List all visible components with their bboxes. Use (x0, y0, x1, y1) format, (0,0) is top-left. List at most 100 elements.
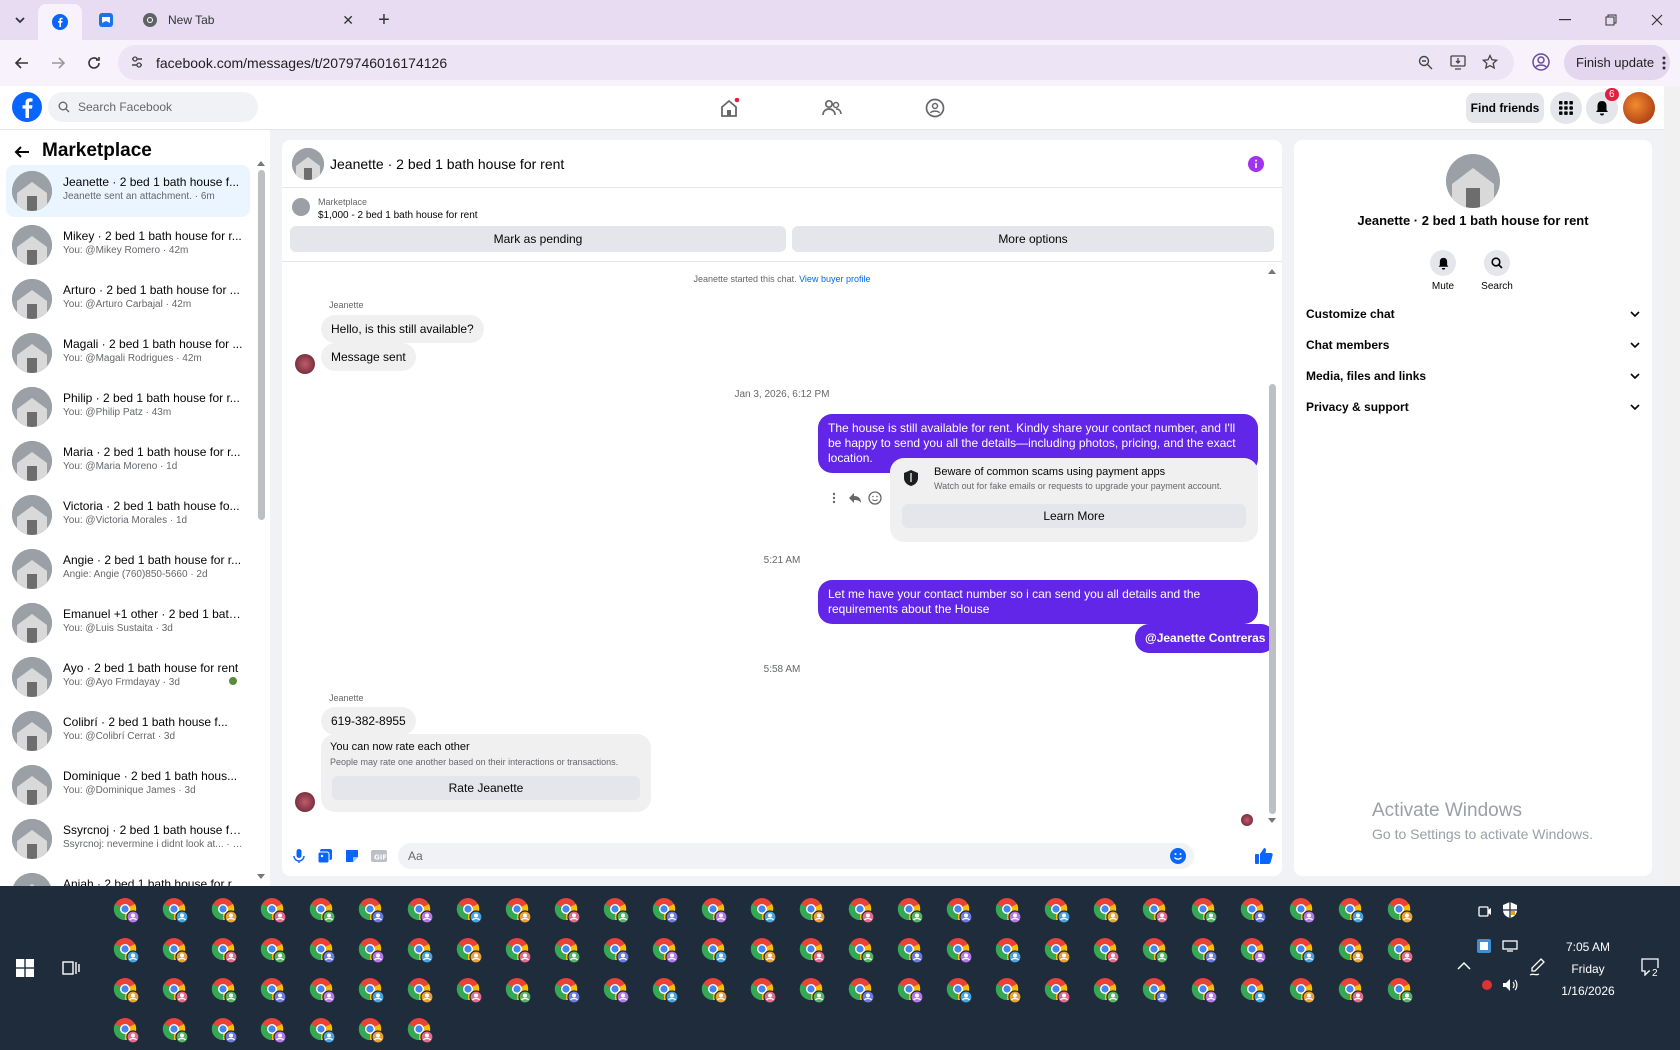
microphone-icon[interactable] (293, 849, 305, 863)
outgoing-message[interactable]: Let me have your contact number so i can… (818, 580, 1258, 624)
conversation-item[interactable]: Dominique · 2 bed 1 bath hous... You: @Do… (6, 759, 250, 811)
chrome-profile-icon[interactable] (406, 976, 434, 1004)
chrome-profile-icon[interactable] (1141, 936, 1169, 964)
conversation-item[interactable]: Ayo · 2 bed 1 bath house for rent You: @A… (6, 651, 250, 703)
chrome-profile-icon[interactable] (994, 976, 1022, 1004)
more-options-button[interactable]: More options (792, 226, 1274, 252)
chrome-profile-icon[interactable] (798, 936, 826, 964)
conversation-item[interactable]: Arturo · 2 bed 1 bath house for ... You: … (6, 273, 250, 325)
address-bar[interactable]: facebook.com/messages/t/2079746016174126 (118, 45, 1514, 80)
volume-icon[interactable] (1502, 978, 1518, 992)
network-icon[interactable] (1502, 940, 1518, 952)
scroll-down-icon[interactable] (1268, 818, 1276, 824)
incoming-message[interactable]: 619-382-8955 (321, 707, 416, 735)
chrome-profile-icon[interactable] (1239, 936, 1267, 964)
chrome-profile-icon[interactable] (308, 976, 336, 1004)
profile-icon[interactable] (1532, 53, 1550, 71)
chrome-profile-icon[interactable] (1386, 936, 1414, 964)
zoom-icon[interactable] (1418, 55, 1433, 70)
chrome-profile-icon[interactable] (504, 896, 532, 924)
task-view-icon[interactable] (62, 959, 80, 977)
outgoing-mention[interactable]: @Jeanette Contreras (1135, 624, 1276, 653)
learn-more-button[interactable]: Learn More (902, 504, 1246, 528)
chrome-profile-icon[interactable] (1043, 976, 1071, 1004)
info-icon[interactable] (1248, 156, 1264, 172)
chrome-profile-icon[interactable] (455, 936, 483, 964)
listing-title[interactable]: $1,000 - 2 bed 1 bath house for rent (318, 210, 478, 221)
chrome-profile-icon[interactable] (1239, 976, 1267, 1004)
details-section[interactable]: Customize chat (1306, 300, 1640, 328)
chrome-profile-icon[interactable] (112, 976, 140, 1004)
scroll-up-icon[interactable] (257, 160, 265, 166)
rate-jeanette-button[interactable]: Rate Jeanette (332, 776, 640, 800)
emoji-icon[interactable] (1170, 848, 1186, 864)
new-tab-button[interactable]: + (372, 4, 396, 36)
chrome-profile-icon[interactable] (1288, 976, 1316, 1004)
chrome-profile-icon[interactable] (749, 976, 777, 1004)
chrome-profile-icon[interactable] (945, 976, 973, 1004)
chrome-profile-icon[interactable] (651, 896, 679, 924)
chrome-profile-icon[interactable] (455, 896, 483, 924)
chrome-profile-icon[interactable] (1386, 896, 1414, 924)
site-settings-icon[interactable] (130, 55, 144, 69)
chrome-profile-icon[interactable] (602, 976, 630, 1004)
conversation-item[interactable]: Philip · 2 bed 1 bath house for r... You:… (6, 381, 250, 433)
chat-avatar[interactable] (292, 148, 324, 180)
conversation-item[interactable]: Mikey · 2 bed 1 bath house for r... You: … (6, 219, 250, 271)
security-shield-icon[interactable] (1502, 902, 1518, 918)
chrome-profile-icon[interactable] (553, 976, 581, 1004)
chrome-profile-icon[interactable] (259, 976, 287, 1004)
chrome-profile-icon[interactable] (259, 1016, 287, 1044)
conversation-item[interactable]: Maria · 2 bed 1 bath house for r... You: … (6, 435, 250, 487)
tab-new-tab[interactable]: New Tab ✕ (130, 4, 364, 36)
chrome-profile-icon[interactable] (553, 896, 581, 924)
chrome-profile-icon[interactable] (994, 936, 1022, 964)
chrome-profile-icon[interactable] (945, 936, 973, 964)
chrome-profile-icon[interactable] (896, 976, 924, 1004)
tab-pinned-app[interactable] (84, 4, 128, 36)
details-section[interactable]: Media, files and links (1306, 362, 1640, 390)
menu-button[interactable] (1550, 92, 1582, 124)
sender-avatar[interactable] (295, 354, 315, 374)
incoming-message[interactable]: Hello, is this still available? (321, 315, 484, 343)
finish-update-button[interactable]: Finish update (1564, 45, 1670, 80)
chrome-profile-icon[interactable] (1092, 976, 1120, 1004)
conversation-item[interactable]: Emanuel +1 other · 2 bed 1 bath... You: @… (6, 597, 250, 649)
chrome-profile-icon[interactable] (112, 1016, 140, 1044)
sender-avatar[interactable] (295, 792, 315, 812)
details-section[interactable]: Privacy & support (1306, 393, 1640, 421)
chrome-profile-icon[interactable] (1141, 896, 1169, 924)
chrome-profile-icon[interactable] (210, 976, 238, 1004)
chrome-profile-icon[interactable] (210, 896, 238, 924)
chrome-profile-icon[interactable] (308, 1016, 336, 1044)
conversation-item[interactable]: Victoria · 2 bed 1 bath house fo... You: … (6, 489, 250, 541)
gif-icon[interactable]: GIF (371, 849, 387, 863)
chrome-profile-icon[interactable] (847, 976, 875, 1004)
conversation-item[interactable]: Angie · 2 bed 1 bath house for r... Angie… (6, 543, 250, 595)
chrome-profile-icon[interactable] (161, 1016, 189, 1044)
chrome-profile-icon[interactable] (1092, 896, 1120, 924)
chrome-profile-icon[interactable] (1190, 976, 1218, 1004)
chat-title[interactable]: Jeanette · 2 bed 1 bath house for rent (330, 156, 564, 172)
windows-start-icon[interactable] (16, 959, 34, 977)
details-avatar[interactable] (1446, 154, 1500, 208)
close-window-button[interactable] (1634, 0, 1680, 40)
tab-search-button[interactable] (6, 4, 34, 36)
details-section[interactable]: Chat members (1306, 331, 1640, 359)
search-in-chat-button[interactable] (1484, 250, 1510, 276)
chrome-profile-icon[interactable] (406, 936, 434, 964)
chrome-profile-icon[interactable] (210, 1016, 238, 1044)
find-friends-button[interactable]: Find friends (1466, 93, 1544, 123)
chrome-profile-icon[interactable] (357, 1016, 385, 1044)
chrome-profile-icon[interactable] (749, 936, 777, 964)
conversation-item[interactable]: Ssyrcnoj · 2 bed 1 bath house fo... Ssyrc… (6, 813, 250, 865)
back-icon[interactable] (14, 55, 30, 71)
chrome-profile-icon[interactable] (1141, 976, 1169, 1004)
groups-icon[interactable] (925, 98, 945, 118)
chrome-profile-icon[interactable] (896, 936, 924, 964)
restore-button[interactable] (1588, 0, 1634, 40)
chrome-profile-icon[interactable] (308, 936, 336, 964)
chrome-profile-icon[interactable] (1190, 936, 1218, 964)
friends-icon[interactable] (822, 98, 842, 118)
photo-icon[interactable] (318, 849, 332, 863)
